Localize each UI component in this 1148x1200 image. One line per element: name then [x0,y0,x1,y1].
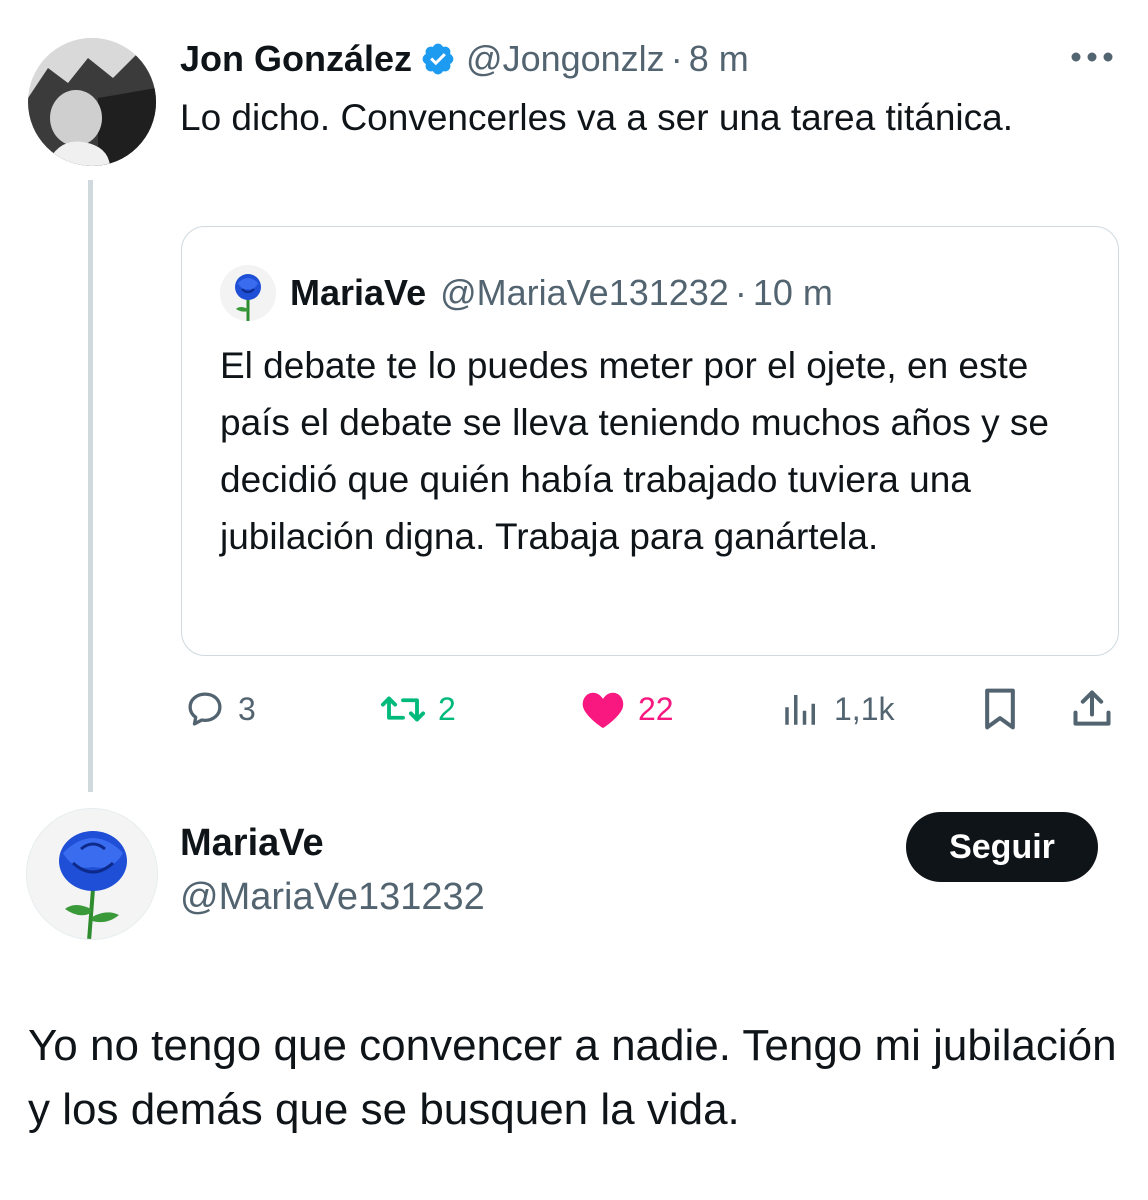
quoted-avatar [220,265,276,321]
blue-rose-icon [220,265,276,321]
reply-button[interactable]: 3 [184,682,256,736]
quoted-tweet-card[interactable]: MariaVe @MariaVe131232 · 10 m El debate … [181,226,1119,656]
author-name[interactable]: MariaVe [180,822,324,865]
bookmark-icon [985,688,1015,730]
views-count: 1,1k [834,690,895,727]
verified-badge-icon [422,43,454,75]
like-button[interactable]: 22 [580,682,674,736]
separator-dot: · [734,272,747,313]
quoted-author-name: MariaVe [290,272,427,313]
views-icon [785,695,815,725]
author-handle[interactable]: @Jongonzlz [466,38,665,80]
retweet-count: 2 [438,690,456,727]
tweet-text: Yo no tengo que convencer a nadie. Tengo… [28,1021,1117,1134]
quoted-tweet-header: MariaVe @MariaVe131232 · 10 m [290,267,833,319]
blue-rose-icon [27,809,157,939]
bookmark-button[interactable] [980,682,1020,736]
quoted-timestamp: 10 m [752,272,833,313]
reply-count: 3 [238,690,256,727]
avatar[interactable] [28,38,156,166]
more-options-icon[interactable] [1070,50,1114,64]
tweet-header: Jon González @Jongonzlz · 8 m [180,34,749,84]
tweet-text: Lo dicho. Convencerles va a ser una tare… [180,97,1013,138]
avatar-photo [28,38,156,166]
like-icon [582,692,624,729]
share-icon [1073,690,1111,726]
follow-button[interactable]: Seguir [906,812,1098,882]
timestamp[interactable]: 8 m [689,38,749,80]
share-button[interactable] [1070,682,1114,736]
thread-connector [88,180,93,792]
retweet-icon [380,696,426,722]
views-button[interactable]: 1,1k [780,682,894,736]
retweet-button[interactable]: 2 [380,682,456,736]
quoted-author-handle: @MariaVe131232 [440,272,729,313]
like-count: 22 [638,690,674,727]
reply-icon [188,692,222,726]
quoted-tweet-text: El debate te lo puedes meter por el ojet… [220,345,1049,557]
author-name[interactable]: Jon González [180,38,412,80]
author-handle[interactable]: @MariaVe131232 [180,876,485,919]
avatar[interactable] [26,808,158,940]
separator-dot: · [670,38,683,79]
